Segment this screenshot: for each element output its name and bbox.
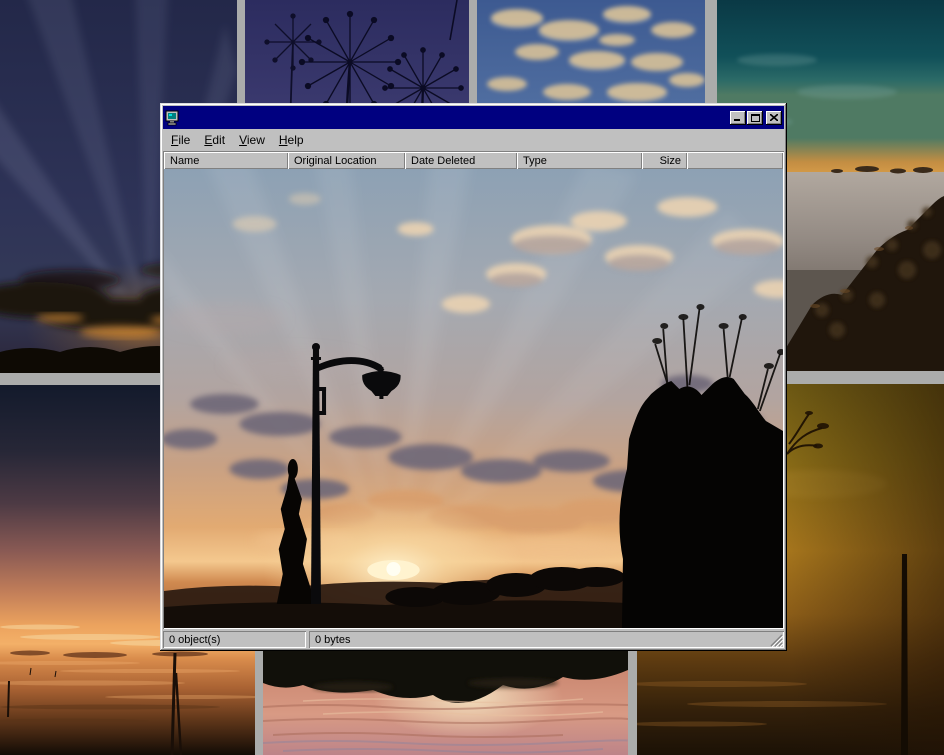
status-bar: 0 object(s) 0 bytes [163,631,784,648]
desktop: { "desktop": { "gutter_color": "#abacab"… [0,0,944,755]
list-view: Name Original Location Date Deleted Type… [163,151,784,629]
computer-monitor-icon [165,110,181,126]
column-header-type[interactable]: Type [517,152,642,169]
column-header-original-location[interactable]: Original Location [288,152,405,169]
recycle-bin-window: File Edit View Help Name Original Locati… [160,103,787,651]
resize-grip-icon[interactable] [770,634,783,647]
column-header-size[interactable]: Size [642,152,687,169]
menu-view[interactable]: View [232,130,272,150]
column-header-row: Name Original Location Date Deleted Type… [164,152,783,169]
menu-help[interactable]: Help [272,130,311,150]
column-header-filler [687,152,783,169]
minimize-icon [734,114,742,121]
close-button[interactable] [766,111,782,125]
menu-bar: File Edit View Help [163,129,784,151]
maximize-button[interactable] [747,111,763,125]
column-header-name[interactable]: Name [164,152,288,169]
status-size-text: 0 bytes [315,634,350,646]
status-object-count: 0 object(s) [163,631,306,648]
maximize-icon [751,114,760,122]
title-bar[interactable] [163,106,784,129]
list-view-client-area[interactable] [164,169,783,628]
menu-edit[interactable]: Edit [197,130,232,150]
column-header-date-deleted[interactable]: Date Deleted [405,152,517,169]
sunset-streetlamp-photo [164,169,783,628]
status-size: 0 bytes [309,631,784,648]
menu-file[interactable]: File [164,130,197,150]
close-icon [770,114,778,121]
minimize-button[interactable] [730,111,746,125]
